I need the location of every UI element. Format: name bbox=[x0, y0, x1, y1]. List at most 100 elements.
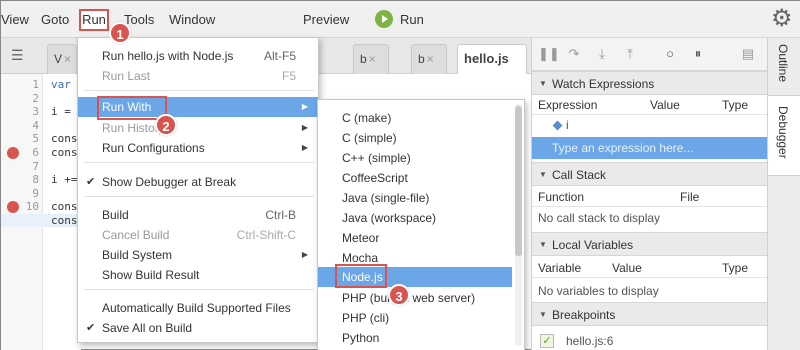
code-line[interactable]: i = bbox=[51, 105, 71, 118]
watch-row[interactable]: i bbox=[566, 115, 569, 135]
runner-python[interactable]: Python bbox=[318, 328, 512, 348]
runner-java-single[interactable]: Java (single-file) bbox=[318, 188, 512, 208]
run-play-icon[interactable] bbox=[375, 10, 393, 28]
line-number[interactable]: 2 bbox=[1, 92, 39, 105]
editor-tab[interactable]: b × bbox=[411, 44, 447, 74]
menu-item-run-configurations[interactable]: Run Configurations ▶ bbox=[78, 138, 318, 158]
code-line[interactable]: cons bbox=[51, 214, 78, 227]
menu-item-auto-build[interactable]: Automatically Build Supported Files bbox=[78, 298, 318, 318]
menu-item-show-debugger[interactable]: ✔ Show Debugger at Break bbox=[78, 172, 318, 192]
gear-icon[interactable]: ⚙ bbox=[771, 7, 795, 31]
deactivate-breakpoints-icon[interactable]: ○ bbox=[662, 46, 678, 62]
code-editor[interactable]: 1234567891011 vari =consconsi +=conscons bbox=[1, 74, 81, 350]
runner-php-cli[interactable]: PHP (cli) bbox=[318, 308, 512, 328]
menu-separator bbox=[84, 162, 314, 163]
local-variables-columns: Variable Value Type bbox=[532, 258, 768, 278]
menu-item-show-build-result[interactable]: Show Build Result bbox=[78, 265, 318, 285]
debugger-settings-icon[interactable]: ▤ bbox=[740, 46, 756, 62]
runner-c-simple[interactable]: C (simple) bbox=[318, 128, 512, 148]
run-with-submenu: C (make) C (simple) C++ (simple) CoffeeS… bbox=[317, 99, 525, 350]
step-out-icon[interactable]: ⤒ bbox=[622, 46, 638, 62]
step-over-icon[interactable]: ↷ bbox=[566, 46, 582, 62]
run-with-annotation-box bbox=[97, 96, 167, 120]
step-badge-1: 1 bbox=[109, 22, 131, 44]
line-gutter[interactable]: 1234567891011 bbox=[1, 74, 43, 350]
submenu-scrollbar[interactable] bbox=[515, 104, 522, 346]
submenu-arrow-icon: ▶ bbox=[301, 250, 308, 259]
file-tree-toggle-icon[interactable]: ☰ bbox=[11, 47, 25, 63]
submenu-arrow-icon: ▶ bbox=[301, 143, 308, 152]
pause-icon[interactable]: ❚❚ bbox=[538, 46, 560, 62]
breakpoint-checkbox[interactable]: ✓ bbox=[540, 334, 554, 348]
debugger-toolbar: ❚❚ ↷ ⤓ ⤒ ○ ⏸ ▤ bbox=[532, 38, 768, 71]
call-stack-header[interactable]: ▼ Call Stack bbox=[532, 162, 768, 186]
runner-meteor[interactable]: Meteor bbox=[318, 228, 512, 248]
checkmark-icon: ✔ bbox=[86, 176, 96, 188]
debugger-panel: ❚❚ ↷ ⤓ ⤒ ○ ⏸ ▤ ▼ Watch Expressions Expres… bbox=[531, 38, 768, 350]
watch-expression-input[interactable]: Type an expression here... bbox=[532, 137, 768, 159]
preview-button[interactable]: Preview bbox=[303, 1, 349, 38]
collapse-triangle-icon: ▼ bbox=[539, 240, 547, 249]
call-stack-columns: Function File bbox=[532, 187, 768, 207]
submenu-arrow-icon: ▶ bbox=[301, 102, 308, 111]
nodejs-annotation-box bbox=[335, 264, 387, 288]
menu-item-run-last[interactable]: Run Last F5 bbox=[78, 66, 318, 86]
editor-tab[interactable]: b × bbox=[353, 44, 389, 74]
call-stack-empty: No call stack to display bbox=[538, 211, 661, 225]
watch-columns: Expression Value Type bbox=[532, 95, 768, 115]
scrollbar-thumb[interactable] bbox=[515, 106, 522, 256]
menu-separator bbox=[84, 90, 314, 91]
runner-php-builtin[interactable]: PHP (built-in web server) bbox=[318, 288, 512, 308]
close-icon[interactable]: × bbox=[369, 52, 376, 66]
menu-item-run-history[interactable]: Run History ▶ bbox=[78, 118, 318, 138]
tab-debugger[interactable]: Debugger bbox=[768, 96, 800, 176]
local-variables-header[interactable]: ▼ Local Variables bbox=[532, 232, 768, 256]
editor-tab-active[interactable]: hello.js bbox=[457, 44, 527, 74]
menu-item-save-all-on-build[interactable]: ✔ Save All on Build bbox=[78, 318, 318, 338]
runner-java-workspace[interactable]: Java (workspace) bbox=[318, 208, 512, 228]
breakpoint-marker-icon[interactable] bbox=[7, 200, 19, 213]
menu-item-cancel-build[interactable]: Cancel Build Ctrl-Shift-C bbox=[78, 225, 318, 245]
watch-expressions-header[interactable]: ▼ Watch Expressions bbox=[532, 71, 768, 95]
line-number[interactable]: 7 bbox=[1, 160, 39, 173]
menu-goto[interactable]: Goto bbox=[41, 1, 69, 38]
variable-diamond-icon bbox=[552, 120, 563, 131]
step-into-icon[interactable]: ⤓ bbox=[594, 46, 610, 62]
code-line[interactable]: cons bbox=[51, 146, 78, 159]
menu-window[interactable]: Window bbox=[169, 1, 215, 38]
tab-outline[interactable]: Outline bbox=[768, 38, 800, 96]
runner-c-make[interactable]: C (make) bbox=[318, 108, 512, 128]
runner-cpp-simple[interactable]: C++ (simple) bbox=[318, 148, 512, 168]
close-icon[interactable]: × bbox=[427, 52, 434, 66]
code-line[interactable]: cons bbox=[51, 200, 78, 213]
run-button[interactable]: Run bbox=[400, 1, 424, 38]
line-number[interactable]: 1 bbox=[1, 78, 39, 91]
breakpoints-header[interactable]: ▼ Breakpoints bbox=[532, 302, 768, 326]
line-number[interactable]: 5 bbox=[1, 132, 39, 145]
breakpoint-item[interactable]: hello.js:6 bbox=[566, 331, 613, 350]
ide-window: View Goto Run Tools Window Preview Run ⚙… bbox=[0, 0, 800, 350]
line-number[interactable]: 9 bbox=[1, 187, 39, 200]
step-badge-3: 3 bbox=[388, 284, 410, 306]
menu-item-run-with-node[interactable]: Run hello.js with Node.js Alt-F5 bbox=[78, 46, 318, 66]
menu-separator bbox=[84, 196, 314, 197]
collapse-triangle-icon: ▼ bbox=[539, 79, 547, 88]
runner-coffeescript[interactable]: CoffeeScript bbox=[318, 168, 512, 188]
side-tabs: Outline Debugger bbox=[767, 38, 800, 350]
code-line[interactable]: var bbox=[51, 78, 71, 91]
menu-separator bbox=[84, 289, 314, 290]
menu-run[interactable]: Run bbox=[79, 9, 109, 31]
line-number[interactable]: 3 bbox=[1, 105, 39, 118]
menu-view[interactable]: View bbox=[1, 1, 29, 38]
menu-item-build-system[interactable]: Build System ▶ bbox=[78, 245, 318, 265]
line-number[interactable]: 8 bbox=[1, 173, 39, 186]
line-number[interactable]: 4 bbox=[1, 119, 39, 132]
run-dropdown-menu: Run hello.js with Node.js Alt-F5 Run Last… bbox=[77, 37, 319, 343]
breakpoint-marker-icon[interactable] bbox=[7, 146, 19, 159]
code-line[interactable]: cons bbox=[51, 132, 78, 145]
close-icon[interactable]: × bbox=[64, 52, 71, 66]
code-line[interactable]: i += bbox=[51, 173, 78, 186]
editor-tab[interactable]: V × bbox=[47, 44, 77, 74]
pause-on-exceptions-icon[interactable]: ⏸ bbox=[690, 46, 706, 62]
menu-item-build[interactable]: Build Ctrl-B bbox=[78, 205, 318, 225]
